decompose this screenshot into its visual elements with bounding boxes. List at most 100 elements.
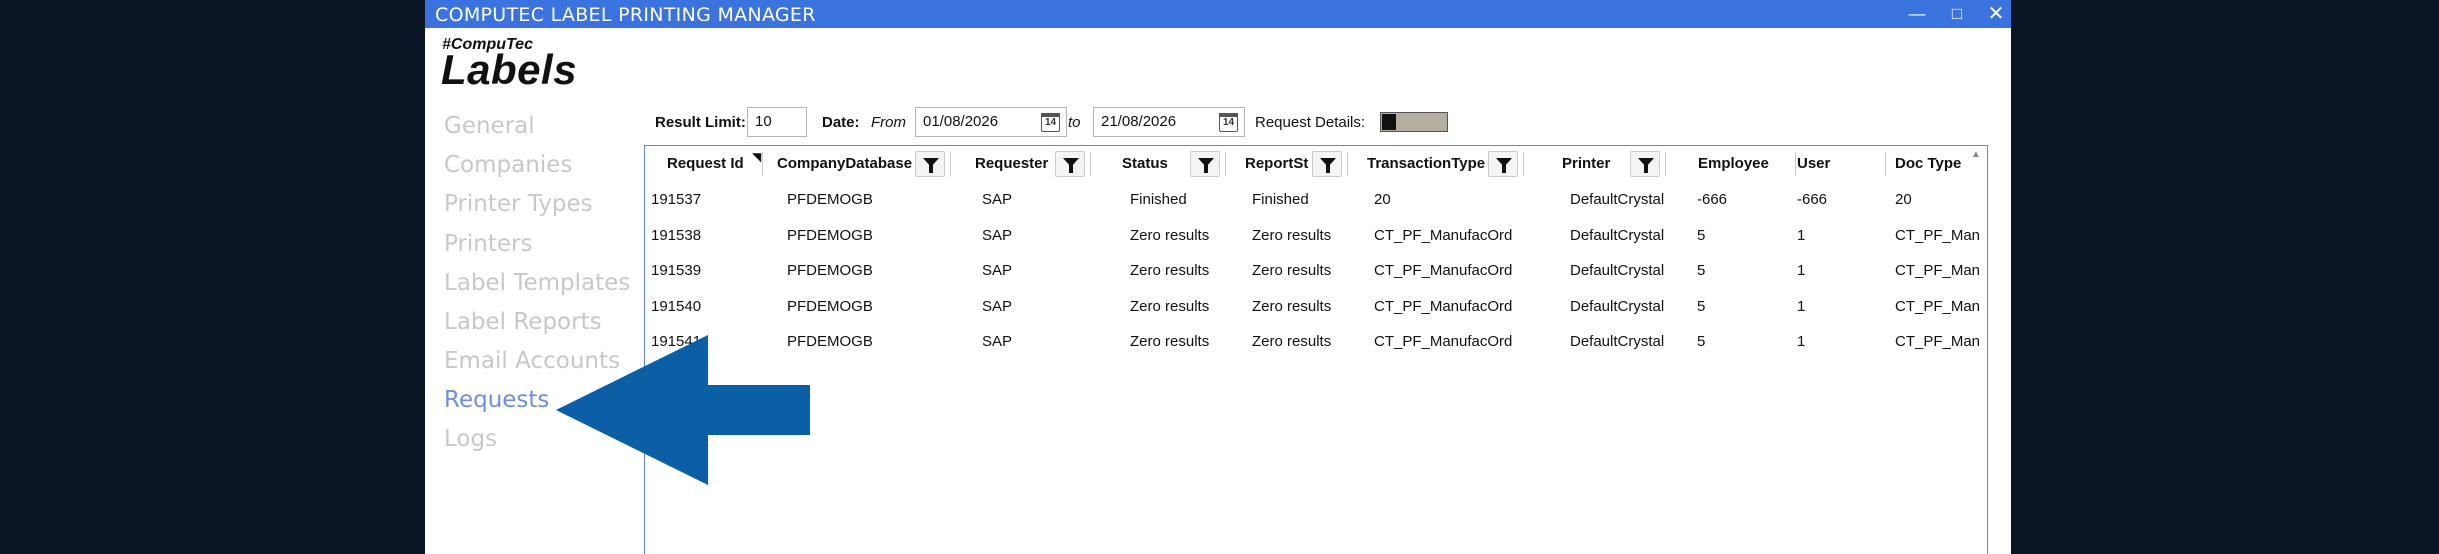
logo-title: Labels <box>441 46 578 93</box>
cell-report-status: Zero results <box>1252 297 1332 315</box>
cell-transaction-type: CT_PF_ManufacOrd <box>1374 262 1513 279</box>
cell-transaction-type: CT_PF_ManufacOrd <box>1374 226 1513 244</box>
col-header-employee[interactable]: Employee <box>1698 146 1769 182</box>
window-title: COMPUTEC LABEL PRINTING MANAGER <box>435 4 816 26</box>
table-row[interactable]: 191537 PFDEMOGB SAP Finished Finished 20 Defau… <box>645 182 1987 217</box>
cell-user: 1 <box>1797 297 1806 315</box>
col-header-company-database[interactable]: CompanyDatabase <box>777 146 912 182</box>
cell-doc-type: CT_PF_Man <box>1895 333 1981 350</box>
cell-report-status: Zero results <box>1252 333 1332 350</box>
cell-printer: DefaultCrystal <box>1570 191 1665 208</box>
cell-status: Finished <box>1130 191 1187 208</box>
cell-employee: 5 <box>1697 262 1706 279</box>
col-header-requester[interactable]: Requester <box>975 146 1048 182</box>
table-row[interactable]: 191540 PFDEMOGB SAP Zero results Zero result… <box>645 289 1987 324</box>
to-label: to <box>1068 114 1081 131</box>
close-icon[interactable]: ✕ <box>1978 1 2011 27</box>
request-details-label: Request Details: <box>1255 114 1366 131</box>
filter-icon[interactable] <box>1312 151 1342 177</box>
cell-user: 1 <box>1797 333 1806 350</box>
cell-user: 1 <box>1797 226 1806 244</box>
cell-printer: DefaultCrystal <box>1570 333 1665 350</box>
col-header-request-id[interactable]: Request Id <box>667 146 744 182</box>
calendar-icon[interactable]: 14 <box>1041 113 1060 132</box>
cell-user: -666 <box>1797 191 1828 208</box>
filter-icon[interactable] <box>1190 151 1220 177</box>
nav-item-general[interactable]: General <box>444 113 535 139</box>
cell-transaction-type: CT_PF_ManufacOrd <box>1374 333 1513 350</box>
column-separator <box>1090 152 1091 176</box>
filter-icon[interactable] <box>915 151 945 177</box>
cell-request-id: 191539 <box>651 262 702 279</box>
from-date-input[interactable]: 01/08/2026 14 <box>915 107 1067 137</box>
table-row[interactable]: 191538 PFDEMOGB SAP Zero results Zero result… <box>645 218 1987 253</box>
maximize-icon[interactable]: □ <box>1939 1 1975 27</box>
nav-item-printers[interactable]: Printers <box>444 231 533 257</box>
cell-doc-type: CT_PF_Man <box>1895 226 1981 244</box>
cell-employee: 5 <box>1697 226 1706 244</box>
to-date-input[interactable]: 21/08/2026 14 <box>1093 107 1245 137</box>
col-header-transaction-type[interactable]: TransactionType <box>1367 146 1485 182</box>
table-row[interactable]: 191539 PFDEMOGB SAP Zero results Zero result… <box>645 253 1987 288</box>
cell-company-database: PFDEMOGB <box>787 191 873 208</box>
cell-report-status: Zero results <box>1252 262 1332 279</box>
column-separator <box>950 152 951 176</box>
result-limit-input[interactable]: 10 <box>747 107 807 137</box>
nav-item-label-templates[interactable]: Label Templates <box>444 270 630 296</box>
nav-item-logs[interactable]: Logs <box>444 426 497 452</box>
cell-report-status: Finished <box>1252 191 1309 208</box>
filter-icon[interactable] <box>1055 151 1085 177</box>
cell-printer: DefaultCrystal <box>1570 262 1665 279</box>
nav-item-requests[interactable]: Requests <box>444 387 549 413</box>
cell-requester: SAP <box>982 262 1013 279</box>
cell-request-id: 191540 <box>651 297 702 315</box>
nav-item-printer-types[interactable]: Printer Types <box>444 191 593 217</box>
arrow-left-icon <box>556 335 810 485</box>
col-header-report-status[interactable]: ReportSt <box>1245 146 1308 182</box>
cell-requester: SAP <box>982 333 1013 350</box>
title-bar[interactable]: COMPUTEC LABEL PRINTING MANAGER — □ ✕ <box>425 0 2011 28</box>
cell-request-id: 191538 <box>651 226 702 244</box>
cell-requester: SAP <box>982 226 1013 244</box>
requests-grid: Request Id ◥ CompanyDatabase Requester S… <box>644 145 1988 554</box>
cell-transaction-type: 20 <box>1374 191 1391 208</box>
col-header-doc-type[interactable]: Doc Type <box>1895 146 1961 182</box>
cell-status: Zero results <box>1130 226 1210 244</box>
date-label: Date: <box>822 114 860 131</box>
annotation-arrow <box>556 335 810 485</box>
cell-employee: -666 <box>1697 191 1728 208</box>
cell-doc-type: 20 <box>1895 191 1912 208</box>
scroll-up-icon[interactable]: ▲ <box>1968 147 1984 163</box>
table-row[interactable]: 191541 PFDEMOGB SAP Zero results Zero result… <box>645 324 1987 359</box>
cell-employee: 5 <box>1697 333 1706 350</box>
cell-request-id: 191537 <box>651 191 702 208</box>
cell-company-database: PFDEMOGB <box>787 297 873 315</box>
request-details-toggle[interactable] <box>1380 112 1448 132</box>
to-date-value: 21/08/2026 <box>1101 113 1177 130</box>
cell-employee: 5 <box>1697 297 1706 315</box>
col-header-status[interactable]: Status <box>1122 146 1168 182</box>
cell-status: Zero results <box>1130 333 1210 350</box>
column-separator <box>1225 152 1226 176</box>
filter-icon[interactable] <box>1488 151 1518 177</box>
column-separator <box>1665 152 1666 176</box>
column-separator <box>1795 152 1796 176</box>
grid-header: Request Id ◥ CompanyDatabase Requester S… <box>645 146 1987 182</box>
result-limit-label: Result Limit: <box>655 114 746 131</box>
toggle-knob <box>1382 114 1396 130</box>
calendar-icon[interactable]: 14 <box>1219 113 1238 132</box>
column-separator <box>762 152 763 176</box>
cell-printer: DefaultCrystal <box>1570 226 1665 244</box>
minimize-icon[interactable]: — <box>1899 1 1935 27</box>
nav-item-label-reports[interactable]: Label Reports <box>444 309 602 335</box>
col-header-user[interactable]: User <box>1797 146 1830 182</box>
cell-status: Zero results <box>1130 297 1210 315</box>
sort-icon: ◥ <box>752 150 762 164</box>
cell-requester: SAP <box>982 191 1013 208</box>
col-header-printer[interactable]: Printer <box>1562 146 1610 182</box>
cell-doc-type: CT_PF_Man <box>1895 297 1981 315</box>
filter-icon[interactable] <box>1630 151 1660 177</box>
cell-company-database: PFDEMOGB <box>787 262 873 279</box>
nav-item-companies[interactable]: Companies <box>444 152 572 178</box>
from-label: From <box>871 114 906 131</box>
